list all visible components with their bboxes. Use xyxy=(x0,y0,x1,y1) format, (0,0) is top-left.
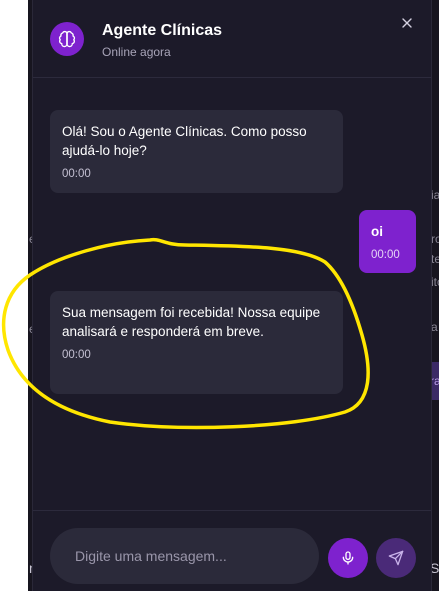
chat-window: Agente Clínicas Online agora Olá! Sou o … xyxy=(32,0,432,591)
message-text: Sua mensagem foi recebida! Nossa equipe … xyxy=(62,305,321,339)
mic-icon[interactable] xyxy=(328,538,368,578)
user-message: oi 00:00 xyxy=(359,210,416,273)
message-time: 00:00 xyxy=(371,249,400,261)
brain-icon xyxy=(50,22,84,56)
message-composer xyxy=(33,510,431,591)
background-text: ia xyxy=(431,188,439,202)
close-icon[interactable] xyxy=(399,15,415,31)
message-text: oi xyxy=(371,224,383,239)
message-text: Olá! Sou o Agente Clínicas. Como posso a… xyxy=(62,124,307,158)
message-input[interactable] xyxy=(50,528,319,584)
chat-header: Agente Clínicas Online agora xyxy=(33,0,431,78)
online-status: Online agora xyxy=(102,45,171,59)
background-text: a xyxy=(431,320,438,334)
background-text: te xyxy=(431,252,439,266)
message-time: 00:00 xyxy=(62,349,91,361)
bot-message: Olá! Sou o Agente Clínicas. Como posso a… xyxy=(50,110,343,193)
background-text: ro xyxy=(431,232,439,246)
bot-message: Sua mensagem foi recebida! Nossa equipe … xyxy=(50,291,343,394)
chat-title: Agente Clínicas xyxy=(102,22,223,39)
send-icon[interactable] xyxy=(376,538,416,578)
message-time: 00:00 xyxy=(62,168,91,180)
background-text: ito xyxy=(431,275,439,289)
